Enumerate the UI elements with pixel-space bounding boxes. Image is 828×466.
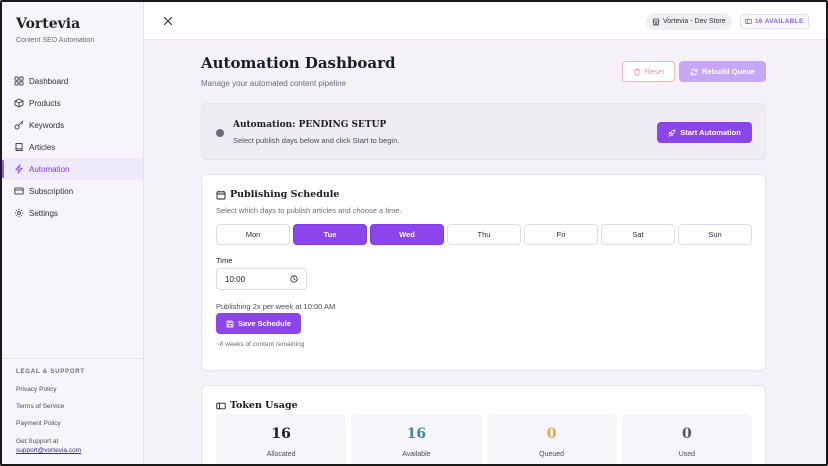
close-icon[interactable]: [162, 14, 174, 26]
schedule-title: Publishing Schedule: [230, 189, 340, 200]
stat-label: Used: [678, 451, 696, 458]
token-usage-header: Token Usage: [216, 400, 298, 411]
schedule-subtitle: Select which days to publish articles an…: [216, 206, 402, 215]
terms-of-service-link[interactable]: Terms of Service: [16, 403, 129, 410]
stat-queued: 0 Queued: [486, 414, 617, 464]
stat-label: Allocated: [266, 451, 296, 458]
box-icon: [14, 98, 24, 108]
app-window: Vortevia Content SEO Automation Dashboar…: [0, 0, 828, 466]
grid-icon: [14, 76, 24, 86]
store-name: Vortevia - Dev Store: [663, 18, 726, 25]
start-automation-button[interactable]: Start Automation: [657, 122, 752, 143]
day-toggle-tue[interactable]: Tue: [293, 224, 367, 245]
store-icon: [652, 18, 660, 26]
sidebar-item-label: Subscription: [29, 186, 74, 196]
automation-status-card: Automation: PENDING SETUP Select publish…: [201, 103, 766, 160]
page-title: Automation Dashboard: [201, 54, 396, 72]
publishing-schedule-card: Publishing Schedule Select which days to…: [201, 174, 766, 371]
sidebar-item-label: Automation: [29, 164, 70, 174]
rebuild-queue-button[interactable]: Rebuild Queue: [679, 61, 766, 82]
stat-value: 16: [406, 426, 427, 442]
tokens-available-badge: 16 AVAILABLE: [740, 14, 809, 29]
schedule-header: Publishing Schedule: [216, 189, 339, 200]
save-icon: [226, 320, 234, 328]
support-email-link[interactable]: support@vortevia.com: [16, 447, 81, 454]
sidebar-item-dashboard[interactable]: Dashboard: [2, 70, 143, 92]
legal-title: LEGAL & SUPPORT: [16, 369, 85, 375]
reset-label: Reset: [644, 67, 665, 76]
book-icon: [14, 142, 24, 152]
refresh-icon: [690, 68, 698, 76]
start-automation-label: Start Automation: [680, 128, 741, 137]
stat-available: 16 Available: [351, 414, 482, 464]
sidebar-item-label: Keywords: [29, 120, 65, 130]
sidebar-item-keywords[interactable]: Keywords: [2, 114, 143, 136]
stat-value: 16: [271, 426, 291, 442]
gear-icon: [14, 208, 24, 218]
brand-logo[interactable]: Vortevia: [16, 16, 80, 32]
key-icon: [14, 120, 24, 130]
sidebar-item-label: Settings: [29, 208, 58, 218]
sidebar: Vortevia Content SEO Automation Dashboar…: [2, 2, 144, 464]
sidebar-item-products[interactable]: Products: [2, 92, 143, 114]
sidebar-item-label: Articles: [29, 142, 56, 152]
stat-used: 0 Used: [621, 414, 752, 464]
save-schedule-button[interactable]: Save Schedule: [216, 313, 301, 334]
stat-value: 0: [682, 426, 692, 442]
tokens-available-text: 16 AVAILABLE: [755, 18, 804, 25]
day-toggle-sat[interactable]: Sat: [601, 224, 675, 245]
time-value: 10:00: [225, 274, 246, 284]
store-selector[interactable]: Vortevia - Dev Store: [646, 13, 732, 30]
content-remaining: ~8 weeks of content remaining: [216, 341, 305, 348]
card-icon: [14, 186, 24, 196]
page-subtitle: Manage your automated content pipeline: [201, 79, 346, 88]
main-content: Automation Dashboard Manage your automat…: [144, 40, 826, 464]
reset-button[interactable]: Reset: [622, 61, 675, 82]
stat-allocated: 16 Allocated: [216, 414, 347, 464]
day-toggle-mon[interactable]: Mon: [216, 224, 290, 245]
status-indicator: [216, 129, 224, 137]
brand-tagline: Content SEO Automation: [16, 37, 95, 44]
time-label: Time: [216, 256, 233, 265]
stat-label: Queued: [539, 451, 565, 458]
bolt-icon: [14, 164, 24, 174]
save-schedule-label: Save Schedule: [238, 319, 291, 328]
support-text: Get Support at support@vortevia.com: [16, 437, 129, 455]
time-input[interactable]: 10:00: [216, 268, 307, 290]
sidebar-item-settings[interactable]: Settings: [2, 202, 143, 224]
token-usage-card: Token Usage 16 Allocated 16 Available 0 …: [201, 385, 766, 464]
sidebar-item-subscription[interactable]: Subscription: [2, 180, 143, 202]
day-selector: Mon Tue Wed Thu Fri Sat Sun: [216, 224, 752, 245]
stat-label: Available: [402, 451, 431, 458]
sidebar-item-label: Products: [29, 98, 61, 108]
legal-support-section: LEGAL & SUPPORT Privacy Policy Terms of …: [2, 358, 143, 455]
payment-policy-link[interactable]: Payment Policy: [16, 420, 129, 427]
ticket-icon: [216, 401, 226, 411]
sidebar-item-automation[interactable]: Automation: [2, 158, 143, 180]
trash-icon: [633, 68, 641, 76]
privacy-policy-link[interactable]: Privacy Policy: [16, 386, 129, 393]
day-toggle-wed[interactable]: Wed: [370, 224, 444, 245]
day-toggle-fri[interactable]: Fri: [524, 224, 598, 245]
calendar-icon: [216, 190, 226, 200]
sidebar-nav: Dashboard Products Keywords Articles Aut…: [2, 70, 143, 224]
rocket-icon: [668, 129, 676, 137]
top-bar: Vortevia - Dev Store 16 AVAILABLE: [144, 2, 826, 40]
sidebar-item-articles[interactable]: Articles: [2, 136, 143, 158]
day-toggle-sun[interactable]: Sun: [678, 224, 752, 245]
ticket-icon: [745, 18, 752, 25]
status-title: Automation: PENDING SETUP: [233, 120, 387, 130]
sidebar-item-label: Dashboard: [29, 76, 69, 86]
stat-value: 0: [546, 426, 557, 442]
day-toggle-thu[interactable]: Thu: [447, 224, 521, 245]
clock-icon[interactable]: [290, 275, 298, 283]
token-usage-title: Token Usage: [230, 400, 298, 411]
support-label: Get Support at: [16, 438, 59, 445]
status-subtitle: Select publish days below and click Star…: [233, 136, 400, 145]
token-stats: 16 Allocated 16 Available 0 Queued 0 Use…: [216, 414, 752, 464]
rebuild-label: Rebuild Queue: [702, 67, 755, 76]
frequency-summary: Publishing 2x per week at 10:00 AM: [216, 302, 336, 311]
